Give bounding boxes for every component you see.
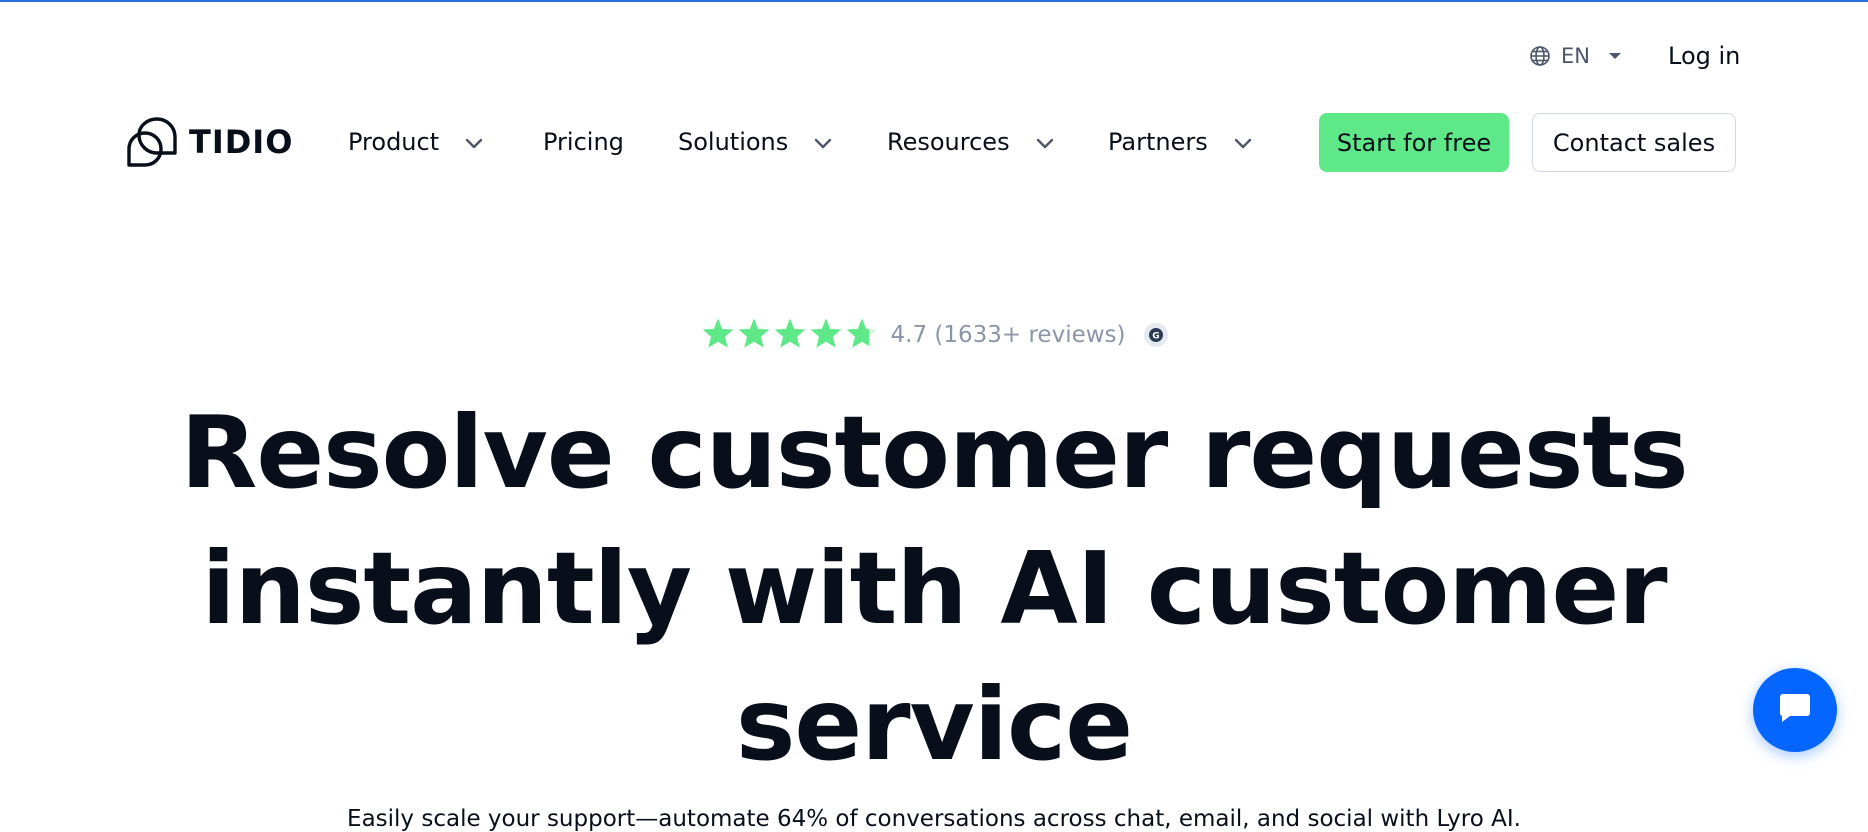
chat-widget-button[interactable]: [1753, 668, 1837, 752]
globe-icon: [1529, 45, 1551, 67]
star-icon: [701, 317, 735, 353]
hero-title: Resolve customer requests instantly with…: [0, 385, 1868, 793]
start-for-free-button[interactable]: Start for free: [1319, 113, 1509, 172]
chevron-down-icon: [1036, 128, 1054, 156]
contact-sales-button[interactable]: Contact sales: [1532, 113, 1736, 172]
logo-wordmark: TIDIO: [189, 123, 294, 161]
star-icon: [773, 317, 807, 353]
svg-text:G: G: [1152, 332, 1159, 342]
tidio-logo-mark-icon: [125, 113, 179, 171]
language-label: EN: [1561, 44, 1590, 68]
chevron-down-icon: [465, 128, 483, 156]
star-icon: [809, 317, 843, 353]
rating-summary: 4.7 (1633+ reviews) G: [0, 315, 1868, 355]
star-rating: [701, 317, 879, 353]
nav-resources[interactable]: Resources: [887, 110, 1054, 174]
nav-product[interactable]: Product: [348, 110, 483, 174]
rating-text: 4.7 (1633+ reviews): [890, 322, 1126, 348]
nav-solutions[interactable]: Solutions: [678, 110, 832, 174]
star-partial-icon: [845, 317, 879, 353]
nav-label: Resources: [887, 128, 1010, 156]
nav-label: Partners: [1108, 128, 1208, 156]
utility-bar: EN Log in: [0, 38, 1868, 74]
login-link[interactable]: Log in: [1668, 40, 1740, 72]
hero-title-line: Resolve customer requests: [180, 394, 1688, 511]
chat-bubble-icon: [1778, 692, 1812, 728]
nav-pricing[interactable]: Pricing: [543, 110, 624, 174]
caret-down-icon: [1608, 51, 1622, 61]
star-icon: [737, 317, 771, 353]
chevron-down-icon: [1234, 128, 1252, 156]
chevron-down-icon: [814, 128, 832, 156]
language-selector[interactable]: EN: [1529, 40, 1622, 72]
nav-partners[interactable]: Partners: [1108, 110, 1252, 174]
g2-icon[interactable]: G: [1143, 323, 1168, 347]
top-accent-line: [0, 0, 1868, 2]
nav-label: Product: [348, 128, 440, 156]
tidio-logo[interactable]: TIDIO: [125, 116, 293, 168]
hero-title-line: service: [735, 666, 1133, 783]
hero-subtitle: Easily scale your support—automate 64% o…: [347, 806, 1521, 832]
main-navbar: TIDIO Product Pricing Solutions Resource…: [0, 110, 1868, 174]
hero-title-line: instantly with AI customer: [201, 530, 1667, 647]
nav-label: Solutions: [678, 128, 789, 156]
nav-label: Pricing: [543, 128, 624, 156]
